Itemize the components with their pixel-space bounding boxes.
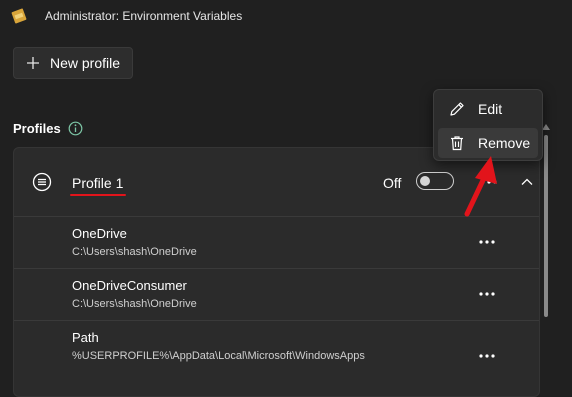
variable-name: Path: [72, 330, 99, 345]
variable-value: %USERPROFILE%\AppData\Local\Microsoft\Wi…: [72, 350, 365, 362]
toggle-state-label: Off: [383, 175, 402, 191]
new-profile-button[interactable]: New profile: [13, 47, 133, 79]
annotation-underline: [70, 194, 126, 196]
variable-row[interactable]: OneDriveConsumer C:\Users\shash\OneDrive: [14, 268, 539, 321]
pencil-icon: [450, 102, 464, 116]
profile-name: Profile 1: [72, 175, 124, 191]
menu-item-remove[interactable]: Remove: [438, 128, 538, 158]
trash-icon: [451, 136, 463, 151]
more-icon[interactable]: [476, 348, 498, 364]
variable-value: C:\Users\shash\OneDrive: [72, 246, 197, 258]
info-icon[interactable]: [68, 121, 83, 136]
variable-name: OneDriveConsumer: [72, 278, 187, 293]
app-icon: [11, 8, 27, 24]
menu-item-label: Edit: [478, 101, 503, 117]
profiles-heading: Profiles: [13, 121, 61, 136]
title-bar: Administrator: Environment Variables: [0, 0, 572, 32]
profile-toggle[interactable]: [416, 172, 454, 190]
variable-row[interactable]: OneDrive C:\Users\shash\OneDrive: [14, 216, 539, 269]
new-profile-label: New profile: [50, 55, 121, 71]
more-icon[interactable]: [476, 234, 498, 250]
scroll-up-icon[interactable]: [542, 124, 550, 130]
menu-item-label: Remove: [478, 135, 531, 151]
chevron-up-icon[interactable]: [520, 175, 534, 189]
more-icon[interactable]: [476, 286, 498, 302]
scrollbar[interactable]: [541, 121, 551, 390]
profile-more-icon[interactable]: [478, 174, 500, 190]
reorder-icon[interactable]: [32, 172, 52, 192]
variable-value: C:\Users\shash\OneDrive: [72, 298, 197, 310]
variable-name: OneDrive: [72, 226, 127, 241]
scroll-thumb[interactable]: [544, 135, 548, 317]
context-menu: Edit Remove: [433, 89, 543, 161]
profiles-panel: Profile 1 Off OneDrive C:\Users\shash\On…: [13, 147, 540, 397]
menu-item-edit[interactable]: Edit: [438, 94, 538, 124]
window-title: Administrator: Environment Variables: [45, 9, 243, 23]
plus-icon: [27, 57, 39, 69]
variable-row[interactable]: Path %USERPROFILE%\AppData\Local\Microso…: [14, 320, 539, 372]
toggle-knob: [420, 176, 430, 186]
